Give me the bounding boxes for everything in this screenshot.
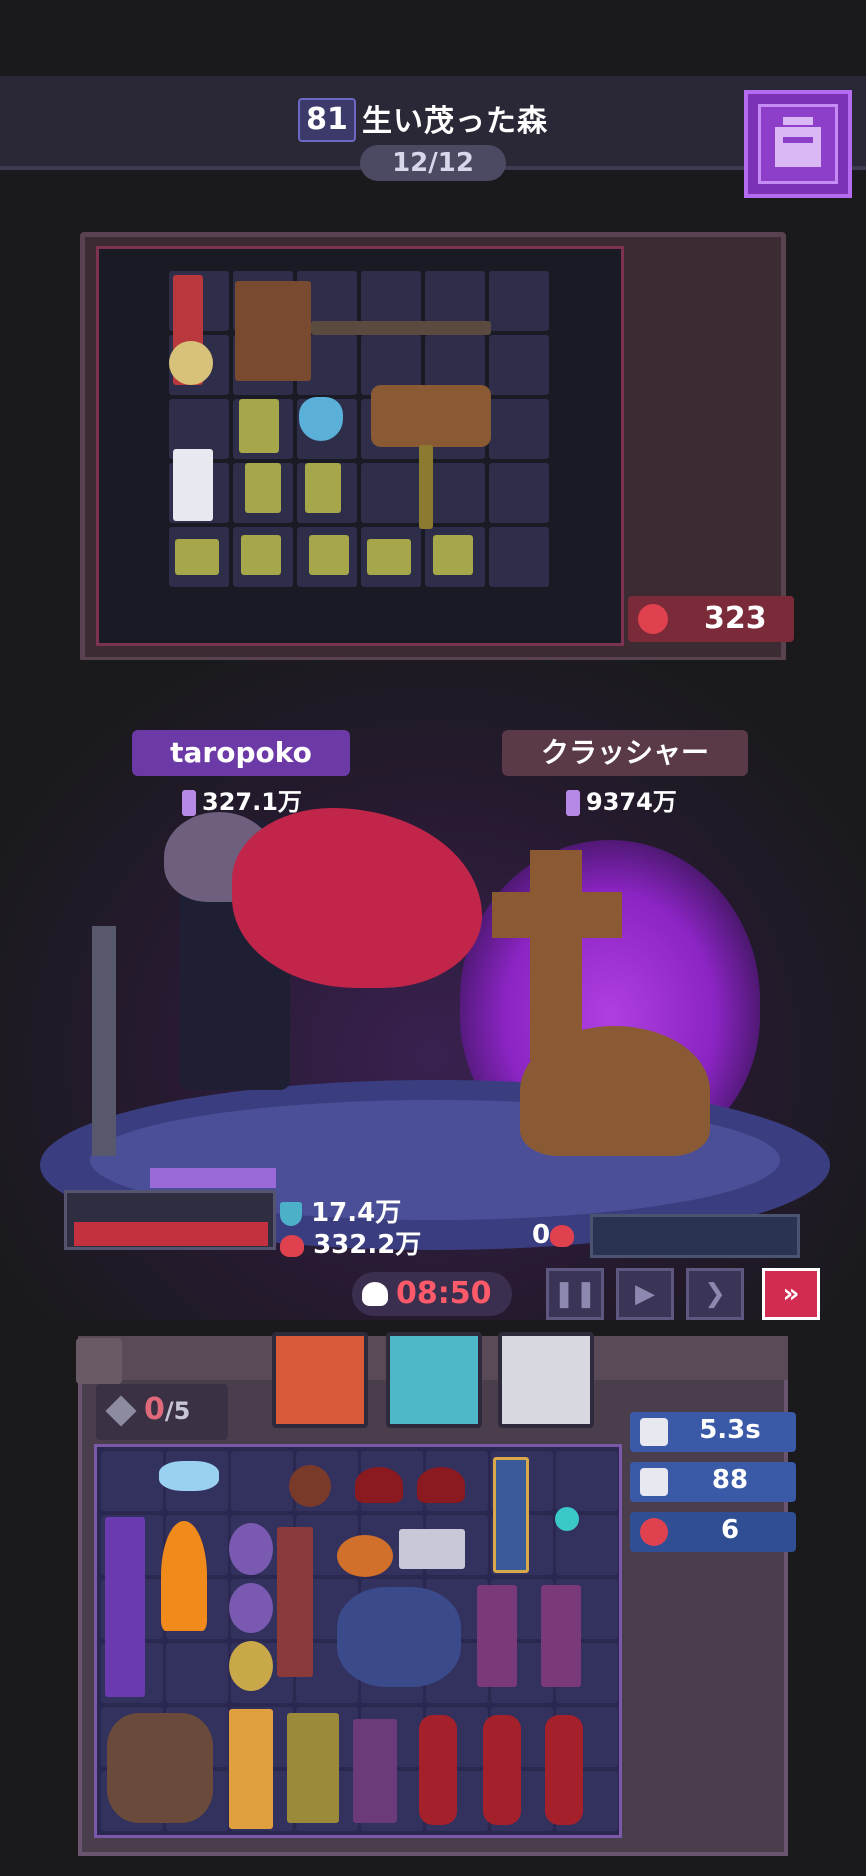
player-power: 327.1万: [182, 782, 302, 817]
cooldown-icon: [640, 1418, 668, 1446]
fire-torch-icon[interactable]: [161, 1521, 207, 1631]
gem-counter: 0/5: [96, 1384, 228, 1440]
sword-icon: [182, 790, 196, 816]
rage-value: 323: [704, 601, 767, 636]
enemy-power: 9374万: [566, 782, 677, 817]
enemy-board-cell: [489, 399, 549, 459]
medal-coin: [169, 341, 213, 385]
inventory-cell[interactable]: [556, 1451, 618, 1511]
battle-timer: 08:50: [352, 1272, 512, 1316]
rage-flame-icon: [638, 604, 668, 634]
spike-icon[interactable]: [399, 1529, 465, 1569]
hammer-icon: [235, 281, 311, 381]
enemy-hp-bar: [590, 1214, 800, 1258]
blood-vial-icon[interactable]: [483, 1715, 521, 1825]
fastest-button[interactable]: »: [762, 1268, 820, 1320]
minotaur-icon[interactable]: [107, 1713, 213, 1823]
player-hp-fill: [74, 1222, 268, 1246]
player-name: taropoko: [132, 730, 350, 776]
red-gem-icon[interactable]: [417, 1467, 465, 1503]
cooldown-stat: 5.3s: [630, 1412, 796, 1452]
backpack-button[interactable]: [744, 90, 852, 198]
inventory-cell[interactable]: [231, 1451, 293, 1511]
magic-staff-icon[interactable]: [105, 1517, 145, 1697]
player-hp: 332.2万: [280, 1224, 421, 1261]
amulet-icon[interactable]: [555, 1507, 579, 1531]
enemy-grave-mound: [520, 1026, 710, 1156]
enemy-name: クラッシャー: [502, 730, 748, 776]
pause-button[interactable]: ❚❚: [546, 1268, 604, 1320]
shield-item-icon[interactable]: [493, 1457, 529, 1573]
player-mana-bar: [150, 1168, 276, 1188]
enemy-board-cell: [361, 463, 421, 523]
fox-portrait[interactable]: [272, 1332, 368, 1428]
golden-statue-icon[interactable]: [287, 1713, 339, 1823]
blue-cat-icon[interactable]: [337, 1587, 461, 1687]
inventory-cell[interactable]: [166, 1643, 228, 1703]
club-icon[interactable]: [277, 1527, 313, 1677]
purple-crystal-icon[interactable]: [541, 1585, 581, 1687]
heart-icon: [280, 1234, 304, 1257]
purple-crystal-icon[interactable]: [477, 1585, 517, 1687]
menu-icon[interactable]: [76, 1338, 122, 1384]
enemy-hp: 0: [532, 1220, 575, 1250]
greatsword: [92, 926, 116, 1156]
hammer-handle: [311, 321, 491, 335]
fang-stat: 6: [630, 1512, 796, 1552]
crystal-icon[interactable]: [229, 1523, 273, 1575]
leaf-icon: [241, 535, 281, 575]
purple-crystal-icon[interactable]: [353, 1719, 397, 1823]
attack-stat: 88: [630, 1462, 796, 1502]
red-gem-icon[interactable]: [355, 1467, 403, 1503]
shield-icon: [280, 1201, 302, 1226]
status-bar: [0, 0, 866, 76]
crystal-icon[interactable]: [229, 1583, 273, 1633]
leaf-icon: [239, 399, 279, 453]
fire-ring-icon[interactable]: [337, 1535, 393, 1577]
tower-icon: [173, 449, 213, 521]
leaf-icon: [367, 539, 411, 575]
enemy-board-cell: [489, 463, 549, 523]
wolf-portrait[interactable]: [498, 1332, 594, 1428]
grave-cross-arm: [492, 892, 622, 938]
axe-icon: [371, 385, 491, 447]
grave-cross: [530, 850, 582, 1060]
enemy-board-grid: [96, 246, 624, 646]
backpack-icon: [758, 104, 838, 184]
play-button[interactable]: ▶: [616, 1268, 674, 1320]
enemy-rage-badge: 323: [628, 596, 794, 642]
sword-icon: [566, 790, 580, 816]
fish-sword-icon[interactable]: [159, 1461, 219, 1491]
stage-number: 81: [298, 98, 356, 142]
blood-vial-icon[interactable]: [545, 1715, 583, 1825]
ring-icon[interactable]: [289, 1465, 331, 1507]
fang-icon: [640, 1518, 668, 1546]
potion-icon: [299, 397, 343, 441]
inventory-cell[interactable]: [101, 1451, 163, 1511]
leaf-icon: [309, 535, 349, 575]
wave-progress: 12/12: [360, 145, 506, 181]
heart-icon: [550, 1224, 575, 1247]
enemy-board-cell: [489, 335, 549, 395]
blood-vial-icon[interactable]: [419, 1715, 457, 1825]
leaf-icon: [433, 535, 473, 575]
leaf-icon: [245, 463, 281, 513]
crossed-swords-icon: [640, 1468, 668, 1496]
ghost-portrait[interactable]: [386, 1332, 482, 1428]
leaf-icon: [175, 539, 219, 575]
penguin-icon[interactable]: [229, 1641, 273, 1691]
gem-icon: [105, 1395, 137, 1427]
axe-handle: [419, 445, 433, 529]
inventory-grid: [94, 1444, 622, 1838]
leaf-icon: [305, 463, 341, 513]
enemy-board-cell: [425, 463, 485, 523]
enemy-board-cell: [489, 527, 549, 587]
fast-forward-button[interactable]: ❯: [686, 1268, 744, 1320]
idol-icon[interactable]: [229, 1709, 273, 1829]
stage-name: 生い茂った森: [362, 104, 548, 139]
enemy-board-cell: [489, 271, 549, 331]
skull-icon: [362, 1282, 388, 1306]
